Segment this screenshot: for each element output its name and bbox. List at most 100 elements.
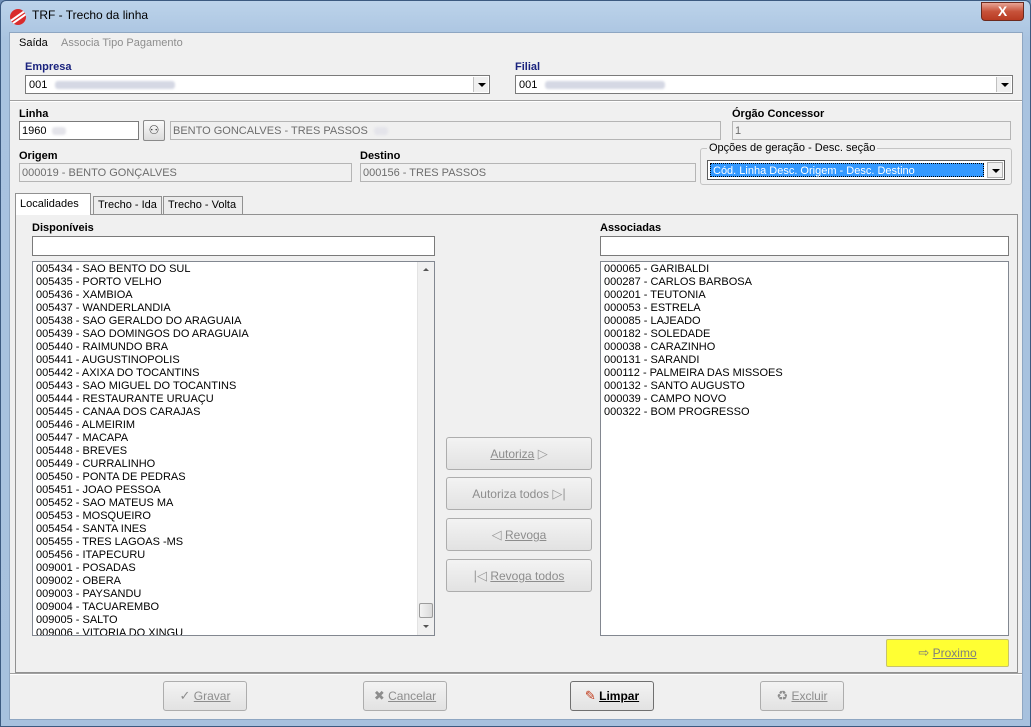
destino-value: 000156 - TRES PASSOS: [363, 167, 487, 179]
disponiveis-list[interactable]: 005434 - SAO BENTO DO SUL 005435 - PORTO …: [32, 261, 435, 636]
cancel-x-icon: ✖: [373, 688, 385, 703]
origem-value: 000019 - BENTO GONÇALVES: [22, 167, 177, 179]
list-item[interactable]: 009002 - OBERA: [33, 575, 434, 588]
scroll-up-icon[interactable]: [418, 262, 434, 278]
opcoes-geracao-select[interactable]: Cód. Linha Desc. Origem - Desc. Destino: [707, 160, 1005, 180]
tab-localidades[interactable]: Localidades: [15, 193, 91, 215]
filial-combo[interactable]: 001: [515, 75, 1013, 94]
list-item[interactable]: 005454 - SANTA INES: [33, 523, 434, 536]
filial-label: Filial: [515, 61, 541, 73]
proximo-label: Proximo: [932, 646, 977, 660]
list-item[interactable]: 005440 - RAIMUNDO BRA: [33, 341, 434, 354]
list-item[interactable]: 000132 - SANTO AUGUSTO: [601, 380, 1008, 393]
filial-name-redacted: [545, 81, 666, 90]
empresa-combo[interactable]: 001: [25, 75, 490, 94]
destino-label: Destino: [360, 150, 401, 162]
associadas-list[interactable]: 000065 - GARIBALDI 000287 - CARLOS BARBOS…: [600, 261, 1009, 636]
list-item[interactable]: 005455 - TRES LAGOAS -MS: [33, 536, 434, 549]
list-item[interactable]: 000039 - CAMPO NOVO: [601, 393, 1008, 406]
linha-code-input[interactable]: 1960: [19, 121, 139, 140]
list-item[interactable]: 000322 - BOM PROGRESSO: [601, 406, 1008, 419]
chevron-down-icon[interactable]: [987, 162, 1003, 178]
list-item[interactable]: 009001 - POSADAS: [33, 562, 434, 575]
list-item[interactable]: 009006 - VITORIA DO XINGU: [33, 627, 434, 635]
list-item[interactable]: 005443 - SAO MIGUEL DO TOCANTINS: [33, 380, 434, 393]
vertical-scrollbar[interactable]: [417, 262, 434, 635]
list-item[interactable]: 000065 - GARIBALDI: [601, 263, 1008, 276]
opcoes-geracao-legend: Opções de geração - Desc. seção: [707, 142, 878, 154]
list-item[interactable]: 005445 - CANAA DOS CARAJAS: [33, 406, 434, 419]
list-item[interactable]: 009003 - PAYSANDU: [33, 588, 434, 601]
linha-description-redacted: [373, 127, 388, 136]
list-item[interactable]: 005435 - PORTO VELHO: [33, 276, 434, 289]
list-item[interactable]: 009004 - TACUAREMBO: [33, 601, 434, 614]
client-area: Saída Associa Tipo Pagamento Empresa 001…: [9, 32, 1023, 720]
filial-value: 001: [519, 79, 538, 91]
gravar-label: Gravar: [193, 689, 231, 703]
list-item[interactable]: 005456 - ITAPECURU: [33, 549, 434, 562]
revoga-todos-button[interactable]: |◁ Revoga todos: [446, 559, 592, 592]
list-item[interactable]: 005437 - WANDERLANDIA: [33, 302, 434, 315]
list-item[interactable]: 005439 - SAO DOMINGOS DO ARAGUAIA: [33, 328, 434, 341]
excluir-button[interactable]: ♻ Excluir: [760, 681, 844, 711]
list-item[interactable]: 005448 - BREVES: [33, 445, 434, 458]
list-item[interactable]: 000112 - PALMEIRA DAS MISSOES: [601, 367, 1008, 380]
limpar-label: Limpar: [599, 689, 640, 703]
list-item[interactable]: 000287 - CARLOS BARBOSA: [601, 276, 1008, 289]
scroll-down-icon[interactable]: [418, 619, 434, 635]
revoga-button[interactable]: ◁ Revoga: [446, 518, 592, 551]
list-item[interactable]: 005450 - PONTA DE PEDRAS: [33, 471, 434, 484]
menu-associa-tipo-pagamento[interactable]: Associa Tipo Pagamento: [61, 37, 183, 49]
arrow-right-end-icon: ▷|: [552, 486, 566, 501]
list-item[interactable]: 005451 - JOAO PESSOA: [33, 484, 434, 497]
eraser-icon: ✎: [584, 688, 596, 703]
title-bar[interactable]: TRF - Trecho da linha X: [1, 1, 1030, 31]
arrow-right-icon: ⇨: [918, 645, 930, 660]
list-item[interactable]: 009005 - SALTO: [33, 614, 434, 627]
arrow-left-icon: ◁: [491, 527, 502, 542]
disponiveis-search-input[interactable]: [32, 236, 435, 256]
list-item[interactable]: 005446 - ALMEIRIM: [33, 419, 434, 432]
autoriza-button[interactable]: Autoriza ▷: [446, 437, 592, 470]
list-item[interactable]: 000085 - LAJEADO: [601, 315, 1008, 328]
list-item[interactable]: 005442 - AXIXA DO TOCANTINS: [33, 367, 434, 380]
tab-panel-localidades: Disponíveis 005434 - SAO BENTO DO SUL 005…: [15, 214, 1018, 673]
checkmark-icon: ✓: [179, 688, 191, 703]
revoga-todos-label: Revoga todos: [490, 569, 565, 583]
binoculars-search-icon[interactable]: ⚇: [143, 120, 165, 141]
proximo-button[interactable]: ⇨ Proximo: [886, 639, 1009, 667]
revoga-label: Revoga: [504, 528, 547, 542]
separator: [10, 100, 1022, 102]
list-item[interactable]: 005447 - MACAPA: [33, 432, 434, 445]
tab-trecho-ida[interactable]: Trecho - Ida: [93, 196, 162, 215]
associadas-label: Associadas: [600, 222, 662, 234]
list-item[interactable]: 005444 - RESTAURANTE URUAÇU: [33, 393, 434, 406]
list-item[interactable]: 000053 - ESTRELA: [601, 302, 1008, 315]
cancelar-button[interactable]: ✖ Cancelar: [363, 681, 447, 711]
chevron-down-icon[interactable]: [996, 77, 1011, 92]
list-item[interactable]: 005449 - CURRALINHO: [33, 458, 434, 471]
list-item[interactable]: 000131 - SARANDI: [601, 354, 1008, 367]
autoriza-todos-button[interactable]: Autoriza todos ▷|: [446, 477, 592, 510]
chevron-down-icon[interactable]: [473, 77, 488, 92]
associadas-search-input[interactable]: [600, 236, 1009, 256]
scroll-thumb[interactable]: [419, 603, 433, 618]
opcoes-geracao-selected-text: Cód. Linha Desc. Origem - Desc. Destino: [713, 165, 915, 177]
linha-description-field: BENTO GONCALVES - TRES PASSOS: [170, 121, 721, 140]
list-item[interactable]: 000182 - SOLEDADE: [601, 328, 1008, 341]
list-item[interactable]: 000201 - TEUTONIA: [601, 289, 1008, 302]
cancelar-label: Cancelar: [388, 689, 437, 703]
menu-saida[interactable]: Saída: [19, 37, 48, 49]
list-item[interactable]: 005436 - XAMBIOA: [33, 289, 434, 302]
limpar-button[interactable]: ✎ Limpar: [570, 681, 654, 711]
tab-trecho-volta[interactable]: Trecho - Volta: [163, 196, 243, 215]
list-item[interactable]: 005441 - AUGUSTINOPOLIS: [33, 354, 434, 367]
arrow-right-icon: ▷: [537, 446, 548, 461]
list-item[interactable]: 005434 - SAO BENTO DO SUL: [33, 263, 434, 276]
list-item[interactable]: 005438 - SAO GERALDO DO ARAGUAIA: [33, 315, 434, 328]
list-item[interactable]: 000038 - CARAZINHO: [601, 341, 1008, 354]
list-item[interactable]: 005452 - SAO MATEUS MA: [33, 497, 434, 510]
gravar-button[interactable]: ✓ Gravar: [163, 681, 247, 711]
list-item[interactable]: 005453 - MOSQUEIRO: [33, 510, 434, 523]
close-button[interactable]: X: [981, 2, 1024, 21]
